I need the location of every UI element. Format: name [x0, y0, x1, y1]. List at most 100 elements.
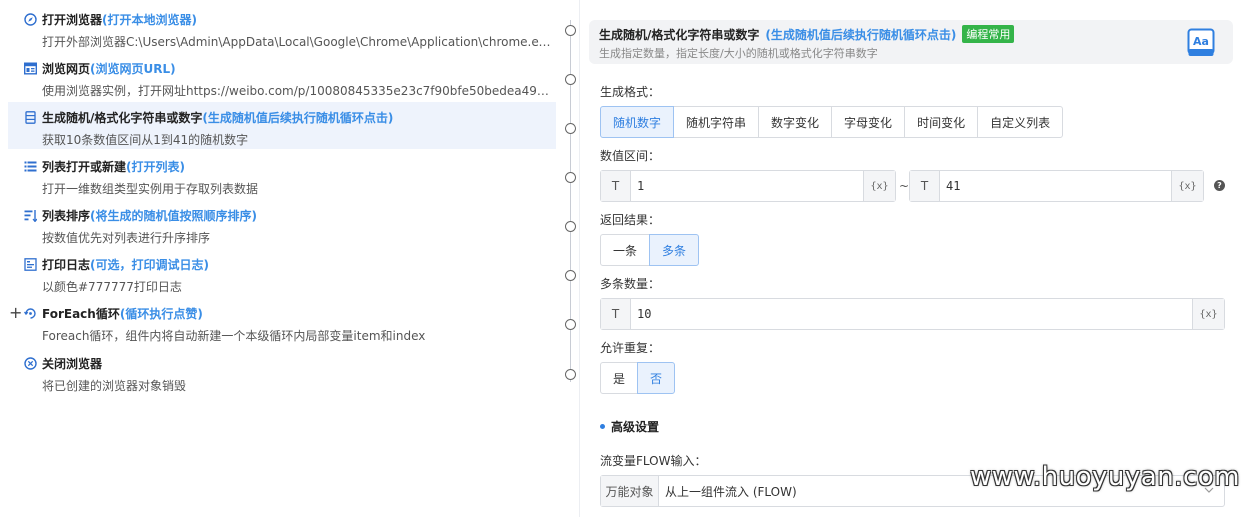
connector-node[interactable]: [565, 25, 576, 36]
type-prefix: T: [601, 171, 631, 201]
step-title: 打印日志: [42, 257, 91, 272]
step-title-row: 列表排序 (将生成的随机值按照顺序排序): [24, 206, 257, 224]
step-desc: 使用浏览器实例，打开网址https://weibo.com/p/10080845…: [42, 84, 552, 98]
step-desc: 将已创建的浏览器对象销毁: [42, 379, 187, 393]
advanced-settings-toggle[interactable]: 高级设置: [600, 418, 659, 435]
step-note: (生成随机值后续执行随机循环点击): [202, 110, 394, 125]
connector-node[interactable]: [565, 74, 576, 85]
sort-list-icon: [24, 209, 37, 222]
step-title-row: 打开浏览器 (打开本地浏览器): [24, 10, 197, 28]
svg-text:Aa: Aa: [1193, 35, 1209, 48]
step-desc: 以颜色#777777打印日志: [42, 280, 182, 294]
status-badge: 编程常用: [962, 25, 1015, 43]
format-option-custom-list[interactable]: 自定义列表: [977, 106, 1064, 138]
connector-node[interactable]: [565, 172, 576, 183]
step-close-browser[interactable]: 关闭浏览器 将已创建的浏览器对象销毁: [8, 348, 556, 395]
step-title: 关闭浏览器: [42, 356, 103, 371]
step-note: (打开本地浏览器): [102, 12, 197, 27]
step-foreach-loop[interactable]: ForEach循环 (循环执行点赞) Foreach循环，组件内将自动新建一个本…: [8, 298, 556, 345]
component-header: 生成随机/格式化字符串或数字 (生成随机值后续执行随机循环点击) 编程常用 生成…: [589, 20, 1233, 64]
count-field[interactable]: T 10 {x}: [600, 298, 1225, 330]
step-print-log[interactable]: 打印日志 (可选，打印调试日志) 以颜色#777777打印日志: [8, 249, 556, 296]
flow-type-prefix: 万能对象: [601, 476, 659, 506]
step-list-open[interactable]: 列表打开或新建 (打开列表) 打开一维数组类型实例用于存取列表数据: [8, 151, 556, 198]
type-prefix: T: [910, 171, 940, 201]
result-option-multiple[interactable]: 多条: [649, 234, 699, 266]
range-separator: ~: [899, 179, 910, 193]
repeat-option-no[interactable]: 否: [637, 362, 675, 394]
format-option-time-change[interactable]: 时间变化: [904, 106, 979, 138]
loop-icon: [24, 307, 37, 320]
close-browser-icon: [24, 356, 37, 370]
component-desc: 生成指定数量，指定长度/大小的随机或格式化字符串数字: [599, 47, 878, 60]
component-title: 生成随机/格式化字符串或数字: [599, 27, 760, 42]
step-note: (打开列表): [126, 159, 185, 174]
count-label: 多条数量：: [600, 277, 661, 291]
step-browse-page[interactable]: 浏览网页 (浏览网页URL) 使用浏览器实例，打开网址https://weibo.…: [8, 53, 556, 100]
step-note: (将生成的随机值按照顺序排序): [90, 208, 257, 223]
aa-text-icon: Aa: [1187, 28, 1215, 58]
variable-button[interactable]: {x}: [1192, 299, 1224, 329]
result-selector: 一条 多条: [600, 234, 699, 266]
count-input[interactable]: 10: [631, 299, 1192, 329]
step-title-row: ForEach循环 (循环执行点赞): [24, 304, 203, 322]
compass-icon: [24, 12, 37, 26]
variable-button[interactable]: {x}: [1171, 171, 1203, 201]
step-title-row: 列表打开或新建 (打开列表): [24, 157, 185, 175]
step-desc: Foreach循环，组件内将自动新建一个本级循环内局部变量item和index: [42, 329, 426, 343]
step-note: (循环执行点赞): [119, 306, 203, 321]
format-option-letter-change[interactable]: 字母变化: [831, 106, 906, 138]
step-open-browser[interactable]: 打开浏览器 (打开本地浏览器) 打开外部浏览器C:\Users\Admin\App…: [8, 4, 556, 51]
browser-window-icon: [24, 62, 37, 75]
advanced-settings-label: 高级设置: [611, 420, 660, 434]
component-title-row: 生成随机/格式化字符串或数字 (生成随机值后续执行随机循环点击) 编程常用: [599, 25, 1015, 43]
connector-node[interactable]: [565, 270, 576, 281]
range-min-field[interactable]: T 1 {x}: [600, 170, 896, 202]
step-title: ForEach循环: [42, 306, 120, 321]
connector-node[interactable]: [565, 123, 576, 134]
range-min-input[interactable]: 1: [631, 171, 863, 201]
step-title-row: 生成随机/格式化字符串或数字 (生成随机值后续执行随机循环点击): [24, 108, 393, 126]
list-icon: [24, 160, 37, 173]
range-max-field[interactable]: T 41 {x}: [909, 170, 1204, 202]
step-title: 浏览网页: [42, 61, 91, 76]
step-title-row: 打印日志 (可选，打印调试日志): [24, 255, 209, 273]
database-icon: [24, 110, 37, 124]
step-note: (可选，打印调试日志): [90, 257, 209, 272]
flow-label: 流变量FLOW输入：: [600, 454, 707, 468]
format-option-random-string[interactable]: 随机字符串: [673, 106, 760, 138]
step-desc: 打开一维数组类型实例用于存取列表数据: [42, 182, 259, 196]
range-label: 数值区间：: [600, 149, 661, 163]
component-note: (生成随机值后续执行随机循环点击): [765, 27, 957, 42]
step-desc: 获取10条数值区间从1到41的随机数字: [42, 133, 249, 147]
step-title: 生成随机/格式化字符串或数字: [42, 110, 203, 125]
repeat-label: 允许重复：: [600, 341, 661, 355]
properties-panel: 生成随机/格式化字符串或数字 (生成随机值后续执行随机循环点击) 编程常用 生成…: [581, 0, 1243, 517]
repeat-selector: 是 否: [600, 362, 675, 394]
watermark: www.huoyuyan.com: [970, 462, 1240, 492]
connector-node[interactable]: [565, 221, 576, 232]
step-title: 列表排序: [42, 208, 91, 223]
variable-button[interactable]: {x}: [863, 171, 895, 201]
format-option-random-number[interactable]: 随机数字: [600, 106, 675, 138]
step-title-row: 关闭浏览器: [24, 354, 102, 372]
result-option-single[interactable]: 一条: [600, 234, 650, 266]
repeat-option-yes[interactable]: 是: [600, 362, 638, 394]
log-icon: [24, 257, 37, 271]
help-icon[interactable]: ?: [1214, 180, 1225, 191]
format-selector: 随机数字 随机字符串 数字变化 字母变化 时间变化 自定义列表: [600, 106, 1064, 138]
connector-node[interactable]: [565, 369, 576, 380]
connector-node[interactable]: [565, 319, 576, 330]
step-generate-random[interactable]: 生成随机/格式化字符串或数字 (生成随机值后续执行随机循环点击) 获取10条数值区…: [8, 102, 556, 149]
step-desc: 打开外部浏览器C:\Users\Admin\AppData\Local\Goog…: [42, 35, 552, 49]
range-max-input[interactable]: 41: [940, 171, 1171, 201]
result-label: 返回结果：: [600, 213, 661, 227]
format-option-number-change[interactable]: 数字变化: [758, 106, 833, 138]
flow-step-list: 打开浏览器 (打开本地浏览器) 打开外部浏览器C:\Users\Admin\App…: [0, 0, 580, 517]
step-title: 打开浏览器: [42, 12, 103, 27]
step-title: 列表打开或新建: [42, 159, 127, 174]
step-desc: 按数值优先对列表进行升序排序: [42, 231, 211, 245]
type-prefix: T: [601, 299, 631, 329]
format-label: 生成格式：: [600, 85, 661, 99]
step-list-sort[interactable]: 列表排序 (将生成的随机值按照顺序排序) 按数值优先对列表进行升序排序: [8, 200, 556, 247]
